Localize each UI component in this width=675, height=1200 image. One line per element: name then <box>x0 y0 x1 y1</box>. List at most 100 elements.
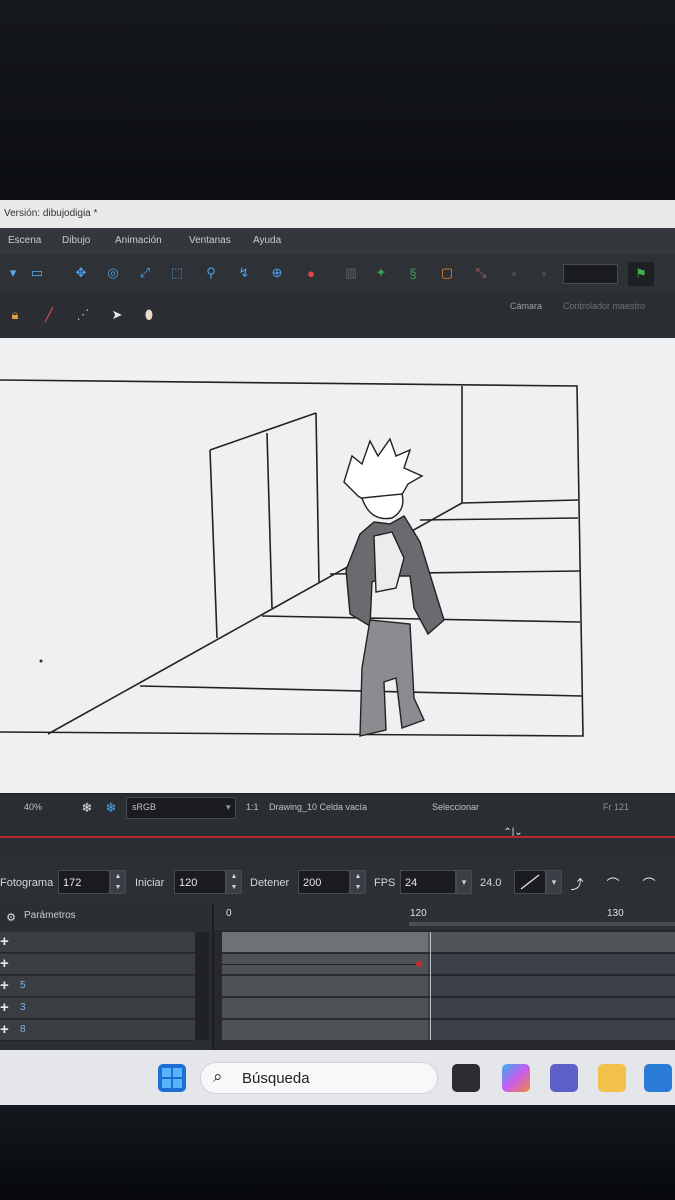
stop-label: Detener <box>250 877 290 889</box>
file-explorer-icon[interactable] <box>598 1064 626 1092</box>
ruler-label: 120 <box>410 908 427 919</box>
ease-out-icon[interactable]: ⌒ <box>604 874 622 892</box>
out-of-range-shade <box>428 932 675 1040</box>
weight-icon[interactable]: ⤡ <box>472 264 490 282</box>
tool-preset-dropdown[interactable] <box>563 264 618 284</box>
copilot-icon[interactable] <box>502 1064 530 1092</box>
store-icon[interactable] <box>644 1064 672 1092</box>
snowflake-icon[interactable]: ❄ <box>78 799 96 817</box>
expand-icon[interactable]: + <box>0 933 9 951</box>
stop-stepper[interactable]: ▲ ▼ <box>350 870 366 894</box>
current-tool: Seleccionar <box>432 802 480 812</box>
disabled-tool-icon: ▪ <box>511 265 517 281</box>
transform-icon[interactable]: ✥ <box>72 264 90 282</box>
dropdown-icon[interactable]: ▾ <box>4 264 22 282</box>
fps-label: FPS <box>374 877 396 889</box>
deform-icon[interactable]: ▥ <box>342 264 360 282</box>
layer-name: 8 <box>20 1024 26 1035</box>
main-toolbar: ▾ ▭ ✥ ◎ ⤢ ⬚ ⚲ ↯ ⊕ ● ▥ ✦ § ▢ ⤡ ▪ ▪ ⚑ <box>0 254 675 293</box>
interpolation-dropdown[interactable] <box>514 870 546 894</box>
exposure-line <box>222 964 420 965</box>
menu-ayuda[interactable]: Ayuda <box>253 235 281 246</box>
ruler-label: 130 <box>607 908 624 919</box>
layer-row[interactable]: + 8 <box>0 1020 195 1041</box>
teams-icon[interactable] <box>550 1064 578 1092</box>
playback-controls: Fotograma 172 ▲ ▼ Iniciar 120 ▲ ▼ Detener … <box>0 860 675 904</box>
menu-ventanas[interactable]: Ventanas <box>189 235 231 246</box>
expand-icon[interactable]: + <box>0 1021 9 1039</box>
parameters-icon[interactable]: ⚙ <box>2 908 20 926</box>
start-label: Iniciar <box>135 877 165 889</box>
ease-both-icon[interactable]: ⌒ <box>640 874 658 892</box>
drawing-canvas[interactable] <box>0 338 675 793</box>
search-icon: ⌕ <box>213 1067 223 1086</box>
start-field[interactable]: 120 <box>174 870 226 894</box>
layer-name: 3 <box>20 1002 26 1013</box>
line-tool-icon[interactable]: ⋰ <box>74 306 92 324</box>
expand-icon[interactable]: + <box>0 955 9 973</box>
snowflake-blue-icon[interactable]: ❄ <box>102 799 120 817</box>
layer-row[interactable]: + 5 <box>0 976 195 997</box>
zoom-level[interactable]: 40% <box>24 802 42 812</box>
lock-icon[interactable]: 🔒︎ <box>6 306 24 324</box>
layer-list: ⚙ Parámetros + + + 5 + 3 + 8 <box>0 904 214 1050</box>
controller-label[interactable]: Controlador maestro <box>563 301 645 311</box>
windows-start-icon[interactable] <box>158 1064 186 1092</box>
tool-options-bar: 🔒︎ ╱ ⋰ ➤ ⬮ <box>0 292 675 338</box>
scene-drawing <box>0 379 584 737</box>
curve-icon[interactable]: § <box>404 264 422 282</box>
bone-icon[interactable]: ⚲ <box>202 264 220 282</box>
ik-icon[interactable]: ↯ <box>235 264 253 282</box>
playhead[interactable] <box>430 932 431 1040</box>
menu-animacion[interactable]: Animación <box>115 235 162 246</box>
skew-icon[interactable]: ⬚ <box>168 264 186 282</box>
camera-view-icon[interactable]: ▭ <box>28 264 46 282</box>
scale-icon[interactable]: ⤢ <box>136 264 154 282</box>
menu-escena[interactable]: Escena <box>8 235 41 246</box>
expand-icon[interactable]: + <box>0 977 9 995</box>
layer-name: 5 <box>20 980 26 991</box>
menu-dibujo[interactable]: Dibujo <box>62 235 90 246</box>
search-placeholder: Búsqueda <box>242 1070 310 1087</box>
envelope-icon[interactable]: ▢ <box>438 264 456 282</box>
layer-row[interactable]: + <box>0 932 195 953</box>
monitor-bezel-bottom <box>0 1105 675 1200</box>
egg-icon[interactable]: ⬮ <box>140 306 158 324</box>
fps-dropdown-arrow-icon[interactable]: ▾ <box>456 870 472 894</box>
timeline-panel: ⚙ Parámetros + + + 5 + 3 + 8 0 120 130 <box>0 904 675 1050</box>
start-stepper[interactable]: ▲ ▼ <box>226 870 242 894</box>
taskbar-search[interactable]: ⌕ Búsqueda <box>200 1062 438 1094</box>
fps-field[interactable]: 24 <box>400 870 456 894</box>
fps-readout: 24.0 <box>480 877 502 889</box>
pointer-icon[interactable]: ➤ <box>108 306 126 324</box>
current-drawing: Drawing_10 Celda vacía <box>269 802 368 812</box>
keyframe-marker[interactable] <box>416 961 422 967</box>
rig-icon[interactable]: ✦ <box>372 264 390 282</box>
task-view-icon[interactable] <box>452 1064 480 1092</box>
play-range <box>409 922 675 926</box>
parameters-label: Parámetros <box>24 910 76 921</box>
menu-bar: Escena Dibujo Animación Ventanas Ayuda <box>0 228 675 254</box>
frame-field[interactable]: 172 <box>58 870 110 894</box>
disabled-tool-2-icon: ▪ <box>541 265 547 281</box>
window-title: Versión: dibujodigia * <box>0 200 675 228</box>
monitor-bezel-top <box>0 0 675 200</box>
interpolation-arrow-icon[interactable]: ▾ <box>546 870 562 894</box>
layer-row[interactable]: + 3 <box>0 998 195 1019</box>
frame-stepper[interactable]: ▲ ▼ <box>110 870 126 894</box>
flag-icon[interactable]: ⚑ <box>628 262 654 286</box>
morph-icon[interactable]: ● <box>302 264 320 282</box>
peg-icon[interactable]: ⊕ <box>268 264 286 282</box>
ease-in-icon[interactable]: ⤴ <box>568 874 586 892</box>
color-space: sRGB <box>132 802 157 812</box>
windows-taskbar: ⌕ Búsqueda <box>0 1050 675 1105</box>
layer-scrollbar[interactable] <box>195 932 209 1040</box>
expand-icon[interactable]: + <box>0 999 9 1017</box>
frame-ruler[interactable]: 0 120 130 <box>214 904 675 930</box>
rotate-icon[interactable]: ◎ <box>104 264 122 282</box>
layer-row[interactable]: + <box>0 954 195 975</box>
camera-label[interactable]: Cámara <box>510 301 542 311</box>
timeline-tracks: 0 120 130 <box>214 904 675 1050</box>
pencil-icon[interactable]: ╱ <box>40 306 58 324</box>
stop-field[interactable]: 200 <box>298 870 350 894</box>
